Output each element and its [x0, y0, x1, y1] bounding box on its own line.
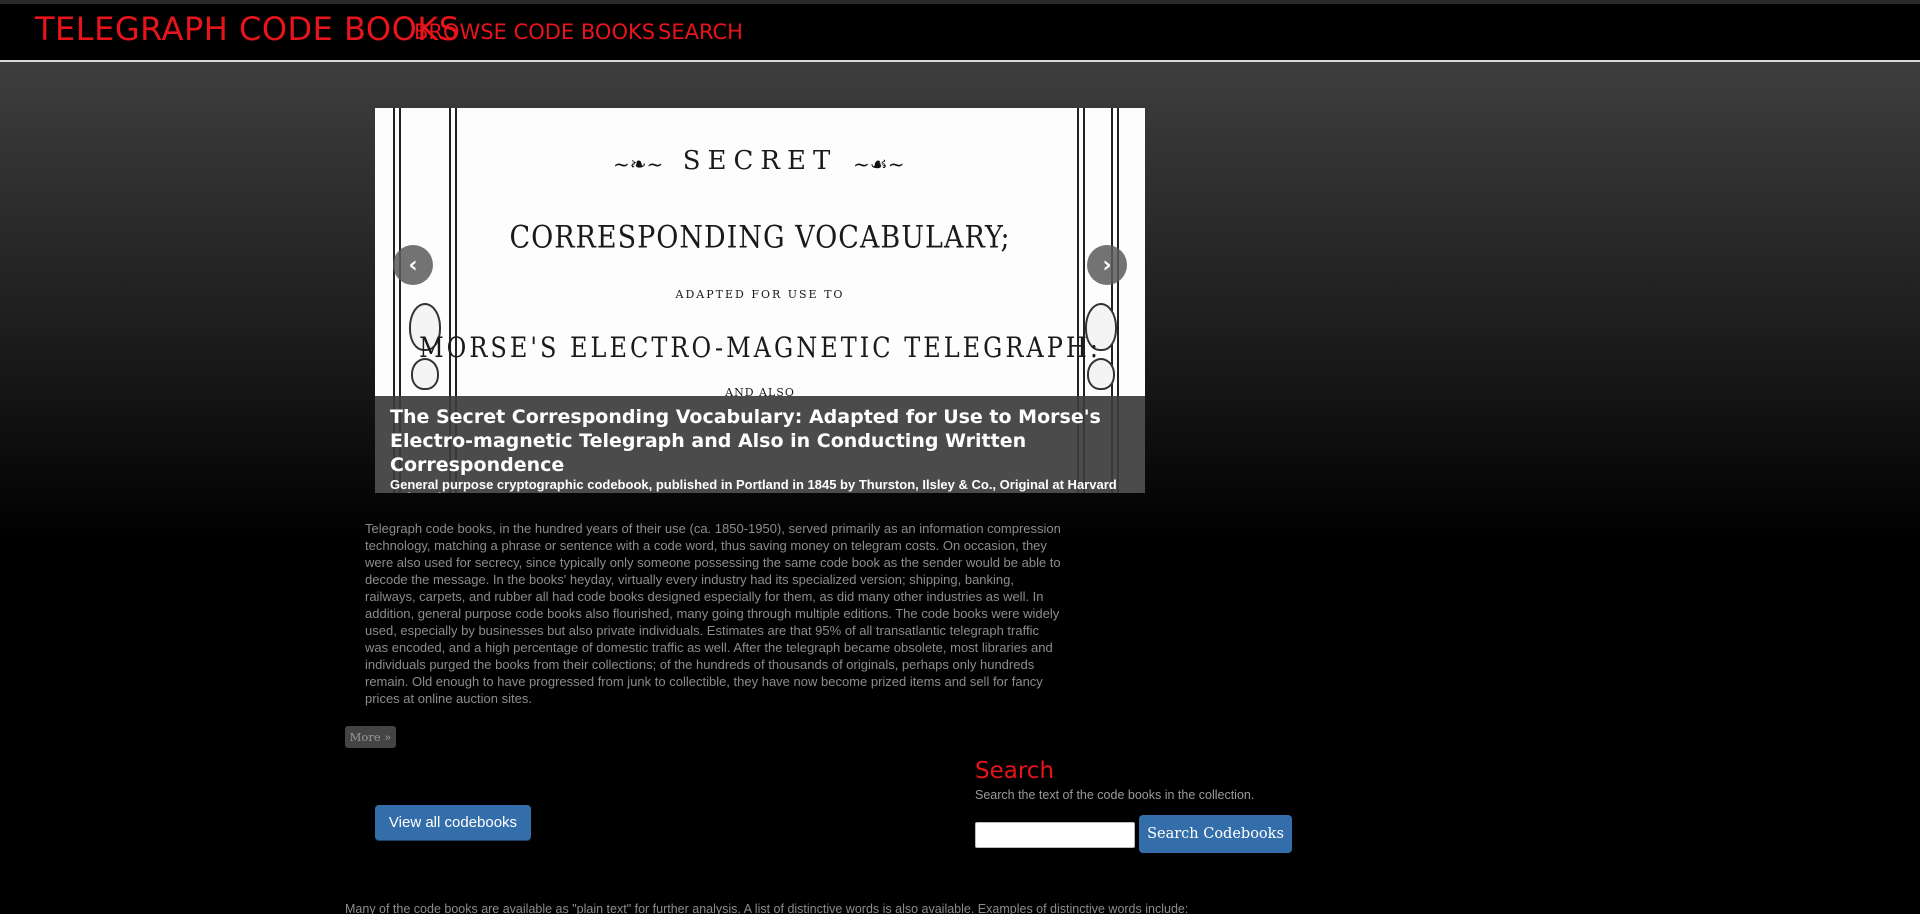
featured-codebook-carousel: ~❧~ ~☙~ SECRET CORRESPONDING VOCABULARY;… — [375, 108, 1145, 493]
site-brand-link[interactable]: TELEGRAPH CODE BOOKS — [35, 10, 460, 48]
book-title-line: ADAPTED FOR USE TO — [675, 288, 845, 301]
chevron-left-icon: ‹ — [408, 252, 418, 278]
chevron-right-icon: › — [1102, 252, 1112, 278]
search-input[interactable] — [975, 822, 1135, 848]
search-heading: Search — [975, 758, 1055, 784]
carousel-caption: The Secret Corresponding Vocabulary: Ada… — [375, 396, 1145, 493]
nav-browse-code-books[interactable]: BROWSE CODE BOOKS — [414, 20, 655, 44]
caption-description: General purpose cryptographic codebook, … — [390, 477, 1117, 493]
book-title-line: SECRET — [682, 146, 838, 176]
view-all-codebooks-button[interactable]: View all codebooks — [375, 805, 531, 840]
caption-title: The Secret Corresponding Vocabulary: Ada… — [390, 406, 1101, 476]
book-title-line: MORSE'S ELECTRO-MAGNETIC TELEGRAPH: — [419, 331, 1101, 365]
search-description: Search the text of the code books in the… — [975, 788, 1255, 802]
book-title-line: CORRESPONDING VOCABULARY; — [509, 219, 1011, 256]
carousel-next-button[interactable]: › — [1087, 245, 1127, 285]
search-codebooks-button[interactable]: Search Codebooks — [1139, 815, 1292, 853]
carousel-prev-button[interactable]: ‹ — [393, 245, 433, 285]
more-button[interactable]: More » — [345, 726, 396, 748]
plain-text-note: Many of the code books are available as … — [345, 902, 1189, 914]
nav-search[interactable]: SEARCH — [658, 20, 743, 44]
intro-paragraph: Telegraph code books, in the hundred yea… — [365, 521, 1061, 706]
top-navbar: TELEGRAPH CODE BOOKS BROWSE CODE BOOKS S… — [0, 0, 1920, 62]
